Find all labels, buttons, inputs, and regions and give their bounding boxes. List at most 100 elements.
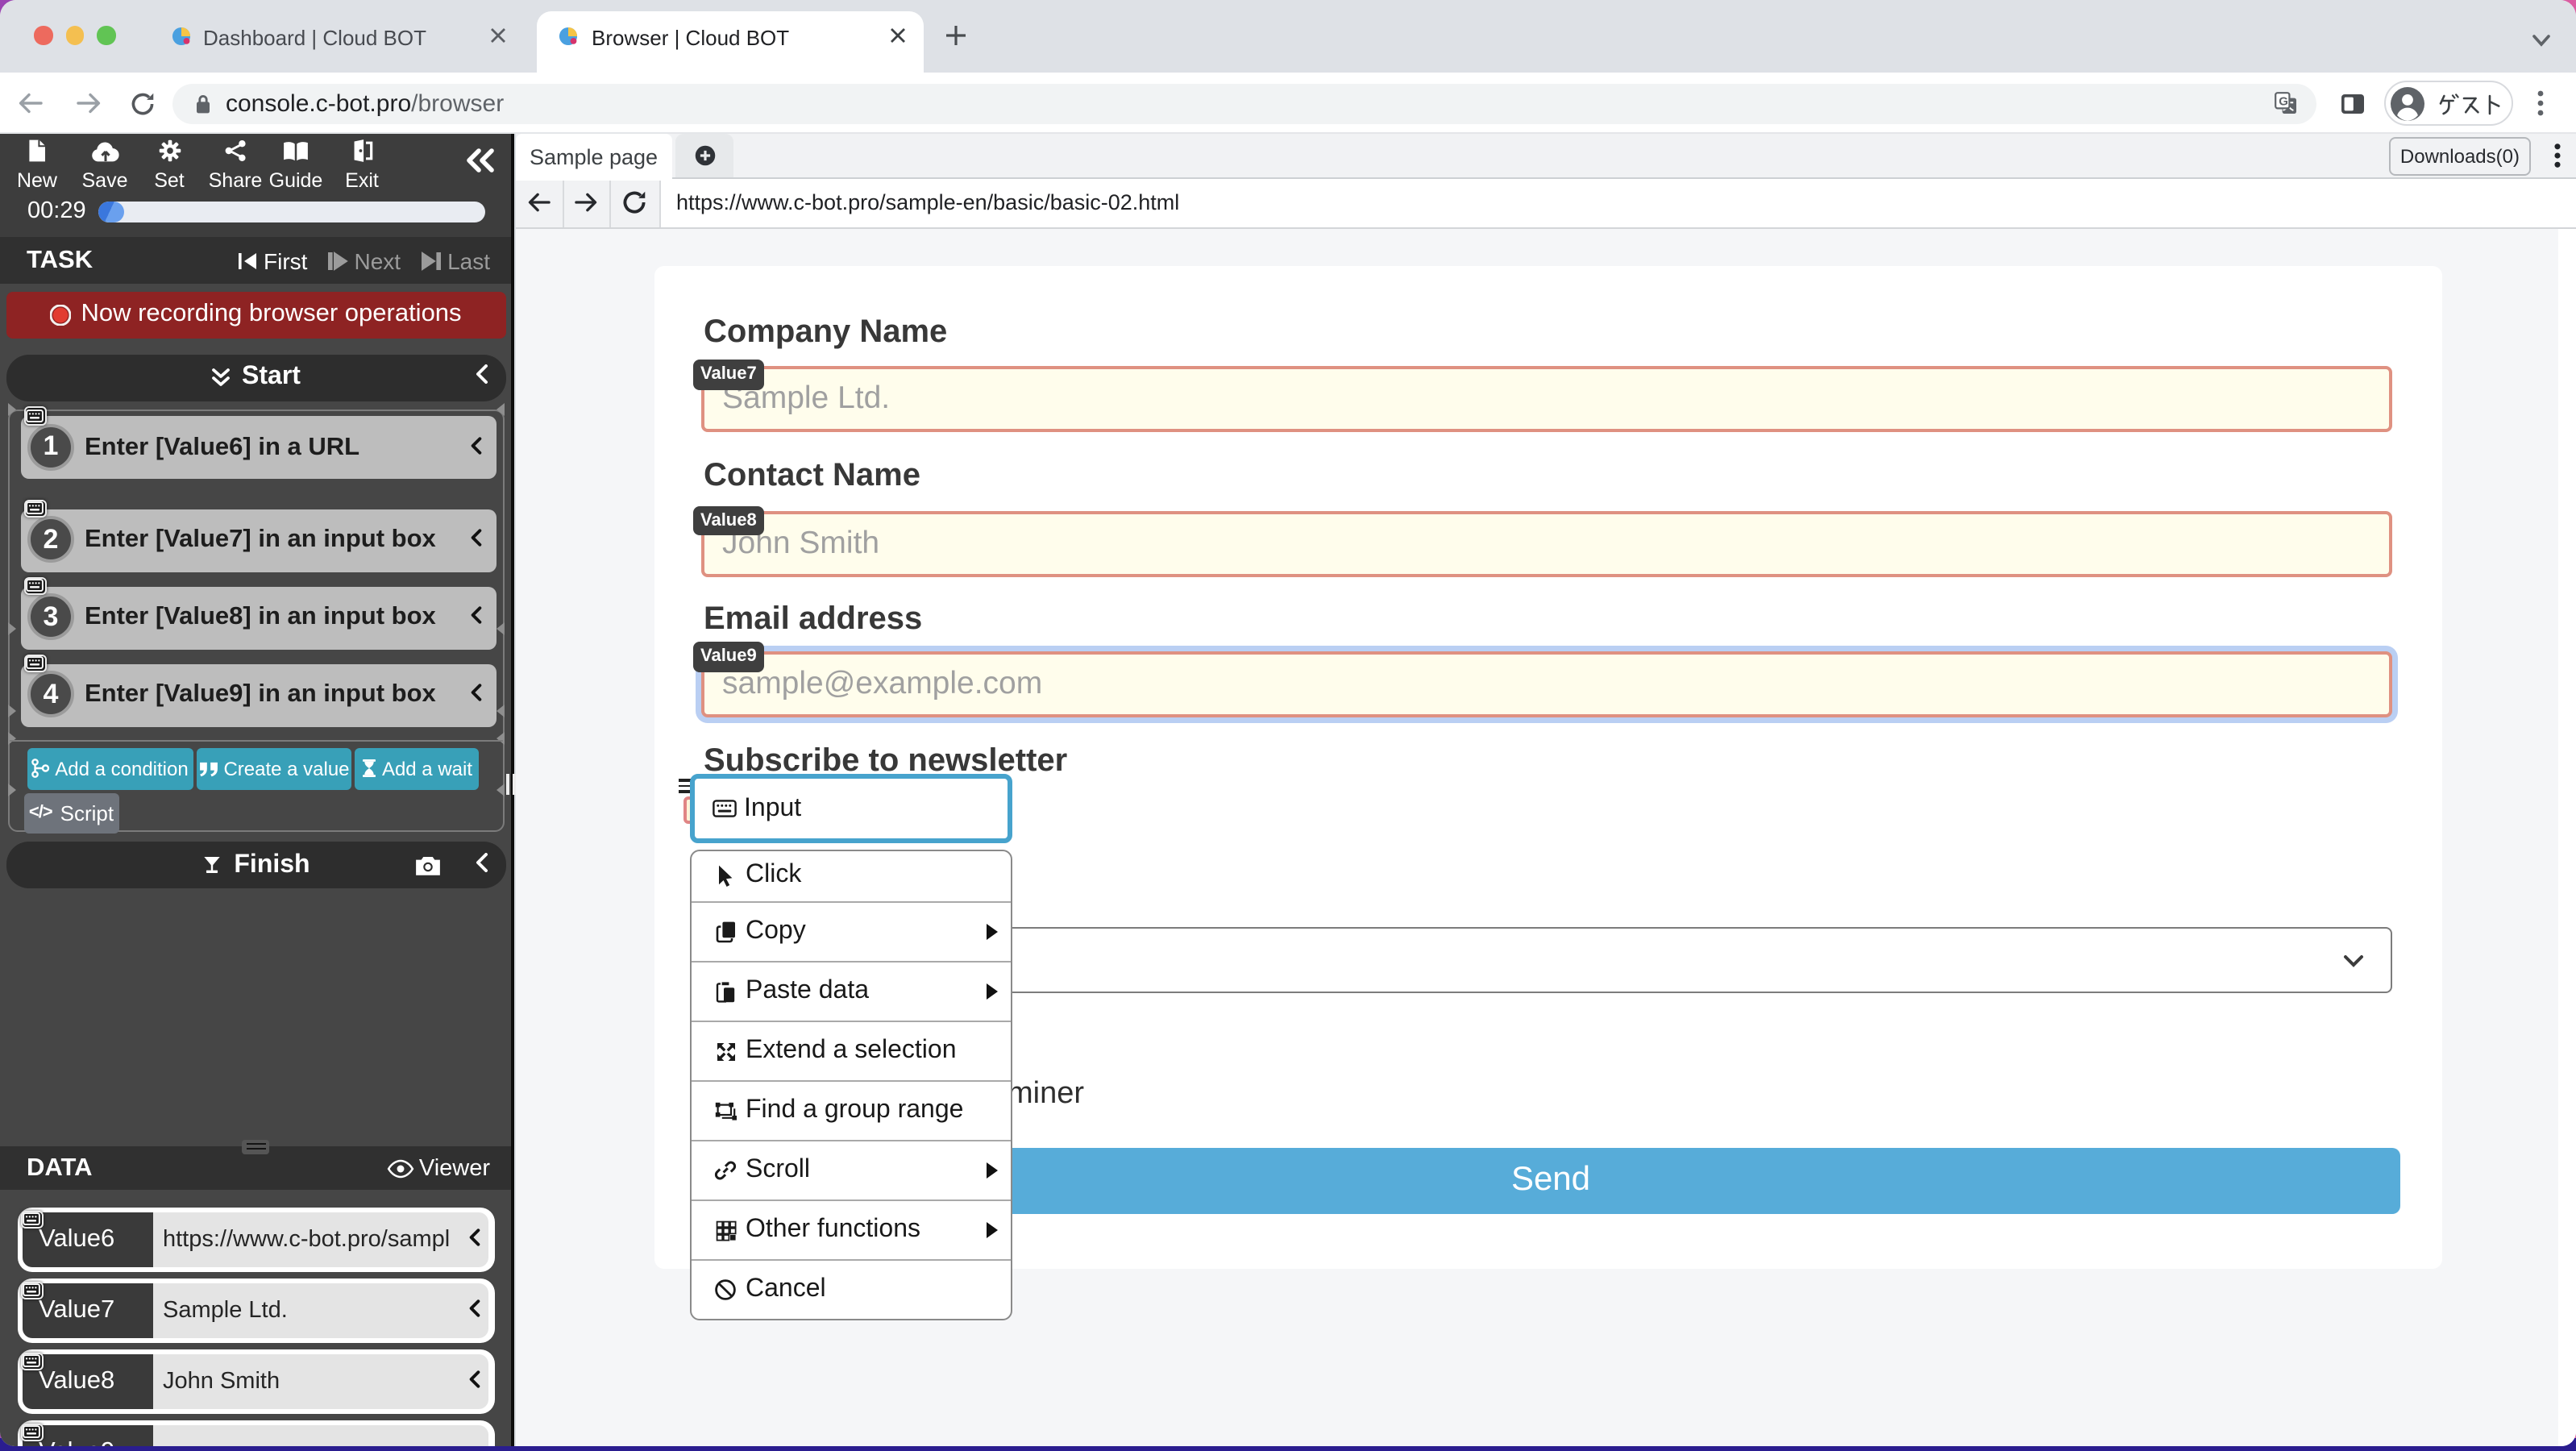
expand-value-icon[interactable]: [468, 1296, 480, 1325]
value-field: https://www.c-bot.pro/sample-en: [153, 1212, 488, 1266]
expand-step-icon[interactable]: [471, 680, 482, 709]
task-last-button[interactable]: Last: [420, 247, 490, 273]
remote-reload-icon[interactable]: [610, 178, 660, 227]
side-panel-icon[interactable]: [2341, 93, 2365, 122]
traffic-zoom-button[interactable]: [98, 26, 116, 44]
remote-url-text[interactable]: https://www.c-bot.pro/sample-en/basic/ba…: [676, 178, 1179, 227]
context-menu-paste-data[interactable]: Paste data: [692, 961, 1010, 1021]
data-row-value9[interactable]: Value9: [17, 1420, 494, 1445]
insert-marker: [497, 705, 505, 717]
task-nav: First Next Last: [236, 247, 490, 273]
context-menu-copy[interactable]: Copy: [692, 901, 1010, 961]
company-name-input[interactable]: Sample Ltd.: [701, 365, 2392, 431]
menu-item-label: Input: [744, 794, 801, 823]
reload-icon[interactable]: [131, 91, 155, 123]
remote-menu-kebab-icon[interactable]: [2553, 143, 2561, 176]
expand-step-icon[interactable]: [471, 603, 482, 632]
paste-icon: [713, 980, 737, 1003]
menu-item-label: Extend a selection: [746, 1037, 957, 1066]
expand-step-icon[interactable]: [471, 433, 482, 462]
contact-name-input[interactable]: John Smith: [701, 511, 2392, 577]
menu-item-label: Cancel: [746, 1275, 826, 1304]
sidebar-resize-handle[interactable]: [505, 774, 517, 795]
task-flow-container: 1 Enter [Value6] in a URL 2 Enter [Value…: [7, 409, 505, 832]
task-step-3[interactable]: 3 Enter [Value8] in an input box: [20, 586, 497, 649]
keyboard-icon: [20, 1281, 44, 1299]
camera-icon[interactable]: [413, 854, 441, 885]
ban-icon: [713, 1278, 737, 1301]
value-text: https://www.c-bot.pro/sample-en: [163, 1227, 450, 1253]
context-menu-other-functions[interactable]: Other functions: [692, 1199, 1010, 1259]
translate-icon[interactable]: G: [2275, 92, 2297, 123]
tab-dashboard-close-icon[interactable]: [488, 24, 511, 47]
expand-value-icon[interactable]: [468, 1367, 480, 1396]
tab-search-chevron-icon[interactable]: [2531, 27, 2552, 56]
value-field: Sample Ltd.: [153, 1283, 488, 1337]
lock-icon: [195, 93, 211, 122]
remote-new-tab-button[interactable]: [675, 134, 733, 177]
remote-back-icon[interactable]: [516, 178, 564, 227]
task-step-1[interactable]: 1 Enter [Value6] in a URL: [20, 416, 497, 479]
tab-browser-close-icon[interactable]: [888, 24, 911, 47]
expand-arrows-icon: [713, 1041, 737, 1062]
task-next-button[interactable]: Next: [326, 247, 401, 273]
omnibox[interactable]: console.c-bot.pro/browser G: [172, 83, 2316, 123]
downloads-button[interactable]: Downloads(0): [2389, 137, 2531, 175]
data-row-value6[interactable]: Value6 https://www.c-bot.pro/sample-en: [17, 1207, 494, 1272]
tab-dashboard[interactable]: Dashboard | Cloud BOT: [142, 0, 537, 73]
collapse-finish-icon[interactable]: [475, 850, 488, 879]
value-text: Sample Ltd.: [163, 1298, 450, 1324]
keyboard-icon: [23, 499, 47, 518]
forward-icon[interactable]: [76, 92, 102, 123]
panel-drag-handle[interactable]: [242, 1139, 269, 1154]
start-bar[interactable]: Start: [6, 354, 505, 401]
chrome-tab-strip: Dashboard | Cloud BOT Browser | Cloud BO…: [0, 0, 2576, 73]
data-row-value8[interactable]: Value8 John Smith: [17, 1349, 494, 1414]
context-menu-input[interactable]: Input: [690, 774, 1012, 843]
expand-value-icon[interactable]: [468, 1225, 480, 1254]
sidebar-toolbar: New Save Set Share: [0, 134, 511, 237]
remote-scrollbar-track[interactable]: [2557, 229, 2576, 1445]
chrome-menu-kebab-icon[interactable]: [2537, 90, 2544, 124]
context-menu-find-group-range[interactable]: Find a group range: [692, 1080, 1010, 1140]
context-menu-scroll[interactable]: Scroll: [692, 1140, 1010, 1199]
add-condition-button[interactable]: Add a condition: [27, 748, 193, 789]
start-label: Start: [242, 363, 301, 392]
elapsed-timer: 00:29: [27, 198, 86, 224]
task-step-4[interactable]: 4 Enter [Value9] in an input box: [20, 663, 497, 726]
step-label: Enter [Value7] in an input box: [85, 509, 436, 572]
traffic-close-button[interactable]: [34, 26, 52, 44]
add-wait-button[interactable]: Add a wait: [355, 748, 479, 789]
remote-forward-icon[interactable]: [564, 178, 610, 227]
data-row-value7[interactable]: Value7 Sample Ltd.: [17, 1278, 494, 1343]
task-step-2[interactable]: 2 Enter [Value7] in an input box: [20, 509, 497, 572]
step-number: 3: [27, 593, 74, 640]
context-menu-cancel[interactable]: Cancel: [692, 1259, 1010, 1319]
cloudbot-favicon: [171, 26, 192, 55]
keyboard-icon: [20, 1352, 44, 1370]
collapse-sidebar-icon[interactable]: [464, 147, 497, 182]
expand-step-icon[interactable]: [471, 526, 482, 555]
remote-tab-sample-page[interactable]: Sample page: [516, 134, 671, 180]
create-value-button[interactable]: Create a value: [197, 748, 351, 789]
add-condition-label: Add a condition: [55, 758, 188, 780]
url-path: /browser: [411, 89, 504, 117]
url-text: console.c-bot.pro/browser: [226, 89, 504, 117]
context-menu-extend-selection[interactable]: Extend a selection: [692, 1021, 1010, 1080]
new-tab-button[interactable]: [945, 24, 967, 55]
task-first-button[interactable]: First: [236, 247, 307, 273]
exit-button[interactable]: Exit: [322, 139, 402, 192]
back-icon[interactable]: [18, 92, 44, 123]
email-input[interactable]: sample@example.com: [701, 651, 2392, 717]
branch-icon: [31, 759, 50, 780]
group-range-icon: [713, 1100, 737, 1121]
collapse-start-icon[interactable]: [475, 363, 488, 392]
context-menu: Click Copy Paste data: [690, 849, 1012, 1320]
traffic-minimize-button[interactable]: [65, 26, 84, 44]
tab-browser[interactable]: Browser | Cloud BOT: [537, 11, 924, 73]
script-button[interactable]: </> Script: [24, 792, 118, 833]
viewer-button[interactable]: Viewer: [419, 1155, 490, 1181]
finish-bar[interactable]: Finish: [6, 842, 505, 888]
profile-button[interactable]: [2384, 81, 2513, 126]
context-menu-click[interactable]: Click: [692, 850, 1010, 901]
